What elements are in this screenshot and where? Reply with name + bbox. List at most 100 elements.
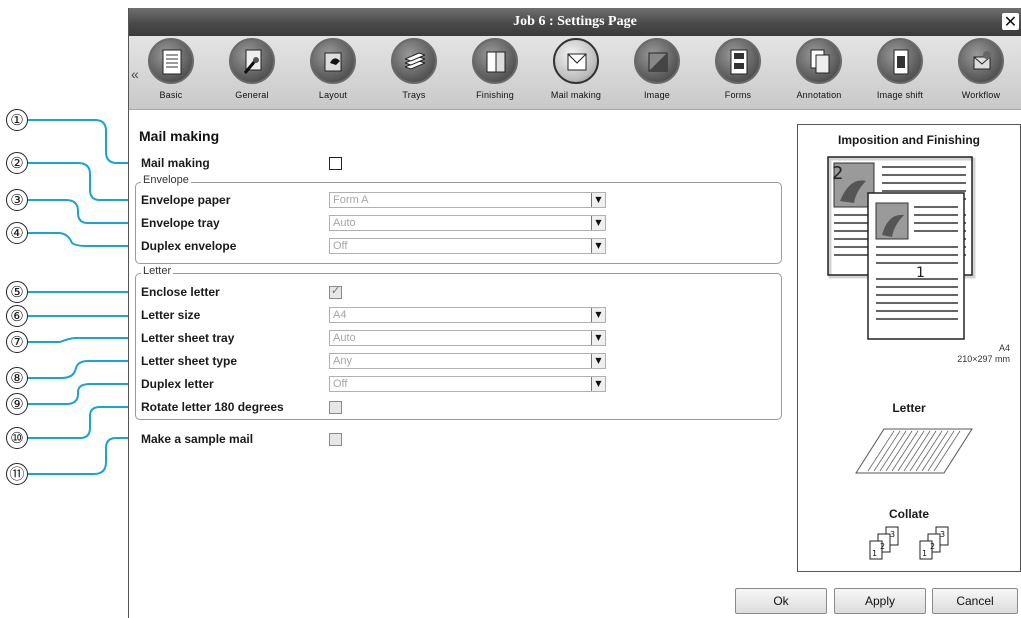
duplex-envelope-label: Duplex envelope [141, 239, 237, 253]
image-icon [648, 52, 668, 72]
tab-trays[interactable]: Trays [378, 38, 450, 108]
ok-button[interactable]: Ok [735, 588, 827, 614]
envelope-tray-select[interactable]: Auto ▼ [329, 215, 606, 231]
envelope-paper-label: Envelope paper [141, 193, 231, 207]
collate-title: Collate [888, 507, 929, 521]
letter-sheet-tray-label: Letter sheet tray [141, 331, 235, 345]
letter-title: Letter [892, 401, 926, 415]
settings-window: Job 6 : Settings Page ✕ « Basic General … [128, 8, 1021, 618]
duplex-envelope-value: Off [333, 240, 348, 252]
envelope-legend: Envelope [141, 174, 191, 186]
page-number-1: 1 [916, 265, 925, 281]
chevron-down-icon[interactable]: ▼ [591, 331, 605, 345]
preview-title: Imposition and Finishing [838, 133, 980, 147]
letter-size-select[interactable]: A4 ▼ [329, 307, 606, 323]
enclose-letter-checkbox[interactable]: ✓ [329, 284, 342, 299]
tab-general[interactable]: General [216, 38, 288, 108]
collate-page-1: 1 [872, 549, 877, 558]
section-heading: Mail making [139, 128, 220, 144]
collate-icon: 1 2 3 1 2 3 [869, 526, 949, 560]
chevron-down-icon[interactable]: ▼ [591, 377, 605, 391]
tab-basic[interactable]: Basic [135, 38, 207, 108]
collate-page-2: 2 [880, 542, 885, 551]
letter-sheet-type-value: Any [333, 355, 352, 367]
workflow-icon [973, 51, 991, 70]
collate-page-3: 3 [890, 530, 895, 539]
tab-label: General [235, 90, 269, 100]
chevron-down-icon[interactable]: ▼ [591, 216, 605, 230]
collate-page-3b: 3 [940, 530, 945, 539]
rotate-letter-checkbox[interactable] [329, 401, 342, 414]
mail-making-checkbox[interactable] [329, 157, 342, 170]
tab-image-shift[interactable]: Image shift [864, 38, 936, 108]
imposition-diagram: 2 1 [827, 156, 976, 340]
letter-size-label: Letter size [141, 308, 201, 322]
mail-making-label: Mail making [141, 156, 210, 170]
category-toolbar: « Basic General Layout Trays Finishing M… [129, 36, 1021, 110]
chevron-down-icon[interactable]: ▼ [591, 354, 605, 368]
collate-page-1b: 1 [922, 549, 927, 558]
document-icon [162, 49, 182, 75]
envelope-icon [567, 53, 587, 71]
duplex-letter-value: Off [333, 378, 348, 390]
letter-legend: Letter [141, 265, 174, 277]
tab-annotation[interactable]: Annotation [783, 38, 855, 108]
duplex-letter-label: Duplex letter [141, 377, 214, 391]
preview-panel: Imposition and Finishing 2 1 A4 210×297 … [797, 124, 1021, 572]
chevron-down-icon[interactable]: ▼ [591, 239, 605, 253]
tab-label: Basic [159, 90, 183, 100]
tab-workflow[interactable]: Workflow [945, 38, 1017, 108]
window-title: Job 6 : Settings Page [513, 14, 637, 29]
chevron-down-icon[interactable]: ▼ [591, 308, 605, 322]
callout-11: ⑪ [6, 463, 28, 485]
annotation-icon [810, 49, 830, 74]
close-icon[interactable]: ✕ [1002, 13, 1019, 30]
wrench-document-icon [243, 49, 262, 74]
collate-page-2b: 2 [930, 542, 935, 551]
cancel-button[interactable]: Cancel [932, 588, 1018, 614]
paper-stack-icon [405, 52, 425, 70]
envelope-paper-value: Form A [333, 194, 369, 206]
rotate-letter-label: Rotate letter 180 degrees [141, 400, 284, 414]
callout-1: ① [6, 109, 28, 131]
paper-size-readout: A4 210×297 mm [957, 343, 1010, 365]
callout-9: ⑨ [6, 393, 28, 415]
envelope-tray-label: Envelope tray [141, 216, 220, 230]
envelope-paper-select[interactable]: Form A ▼ [329, 192, 606, 208]
tab-mail-making[interactable]: Mail making [540, 38, 612, 108]
tab-label: Mail making [550, 90, 602, 100]
tab-finishing[interactable]: Finishing [459, 38, 531, 108]
form-icon [730, 49, 748, 75]
tab-layout[interactable]: Layout [297, 38, 369, 108]
callout-10: ⑩ [6, 427, 28, 449]
callout-3: ③ [6, 189, 28, 211]
tab-label: Image shift [876, 90, 924, 100]
image-shift-icon [893, 49, 909, 75]
letter-sheet-tray-select[interactable]: Auto ▼ [329, 330, 606, 346]
duplex-letter-select[interactable]: Off ▼ [329, 376, 606, 392]
letter-sheet-icon [855, 428, 973, 474]
tab-image[interactable]: Image [621, 38, 693, 108]
sample-mail-checkbox[interactable] [329, 433, 342, 446]
duplex-envelope-select[interactable]: Off ▼ [329, 238, 606, 254]
paper-size-name: A4 [998, 343, 1010, 353]
tab-label: Forms [724, 90, 752, 100]
tab-label: Finishing [476, 90, 514, 100]
letter-group [135, 273, 782, 420]
letter-size-value: A4 [333, 309, 347, 321]
chevron-down-icon[interactable]: ▼ [591, 193, 605, 207]
sample-mail-label: Make a sample mail [141, 432, 254, 446]
callout-2: ② [6, 152, 28, 174]
tab-label: Image [643, 90, 670, 100]
tab-forms[interactable]: Forms [702, 38, 774, 108]
callout-4: ④ [6, 222, 28, 244]
checkmark-icon: ✓ [331, 284, 341, 297]
callout-5: ⑤ [6, 281, 28, 303]
envelope-tray-value: Auto [333, 217, 356, 229]
tab-label: Workflow [961, 90, 1001, 100]
callout-6: ⑥ [6, 305, 28, 327]
letter-sheet-type-select[interactable]: Any ▼ [329, 353, 606, 369]
tab-label: Annotation [796, 90, 842, 100]
apply-button[interactable]: Apply [834, 588, 926, 614]
paper-size-dims: 210×297 mm [957, 354, 1010, 364]
